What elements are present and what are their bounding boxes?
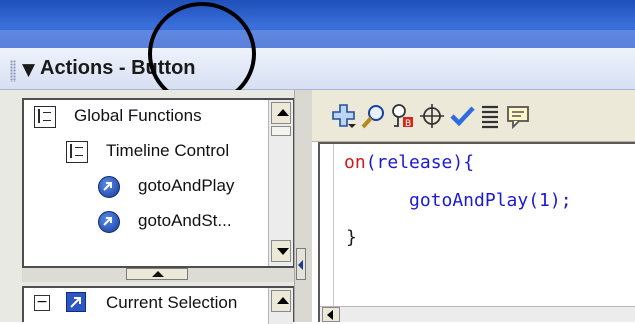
svg-text:B: B [405, 119, 411, 129]
editor-gutter [320, 144, 334, 322]
editor-horizontal-scrollbar[interactable] [320, 306, 635, 322]
button-symbol-icon [66, 292, 86, 312]
pane-splitter-vertical[interactable] [294, 90, 312, 322]
toolbox-item-label: Global Functions [74, 106, 202, 125]
code-hint-icon[interactable] [504, 102, 532, 130]
actions-toolbox-list: Global Functions Timeline Control gotoAn… [22, 98, 294, 268]
crosshair-target-icon[interactable] [418, 102, 446, 130]
tree-expander-icon[interactable]: − [34, 295, 50, 311]
script-navigator: − Current Selection [22, 286, 294, 324]
auto-format-icon[interactable] [476, 102, 504, 130]
code-line-3[interactable]: } [346, 227, 357, 249]
book-icon [66, 141, 88, 163]
toolbox-item-label: gotoAndPlay [138, 176, 235, 195]
navigator-scrollbar[interactable] [268, 288, 293, 324]
action-icon [98, 176, 120, 198]
panel-grip-handle[interactable] [10, 60, 16, 82]
code-keyword: on [344, 152, 366, 173]
check-syntax-icon[interactable] [448, 102, 476, 130]
current-selection-label[interactable]: Current Selection [106, 293, 237, 313]
insert-target-path-icon[interactable]: B [388, 102, 416, 130]
code-line-1[interactable]: on(release){ [344, 152, 474, 174]
scroll-thumb[interactable] [271, 126, 291, 136]
code-line-2[interactable]: gotoAndPlay(1); [409, 190, 572, 212]
scroll-up-button[interactable] [271, 290, 291, 312]
action-icon [98, 211, 120, 233]
scroll-left-button[interactable] [322, 307, 340, 322]
code-token: (release){ [365, 152, 475, 173]
title-bar-highlight [0, 30, 635, 48]
toolbox-item-label: gotoAndSt... [138, 211, 232, 230]
scroll-up-button[interactable] [271, 102, 291, 124]
find-icon[interactable] [360, 102, 388, 130]
scroll-down-button[interactable] [271, 240, 291, 262]
add-action-icon[interactable] [330, 102, 358, 130]
collapse-arrow-icon[interactable]: ▼ [22, 62, 35, 79]
toolbox-item-label: Timeline Control [106, 141, 230, 160]
book-icon [34, 106, 56, 128]
splitter-collapse-button[interactable] [126, 268, 188, 280]
toolbox-scrollbar[interactable] [268, 100, 293, 266]
splitter-collapse-left-button[interactable] [296, 248, 306, 280]
